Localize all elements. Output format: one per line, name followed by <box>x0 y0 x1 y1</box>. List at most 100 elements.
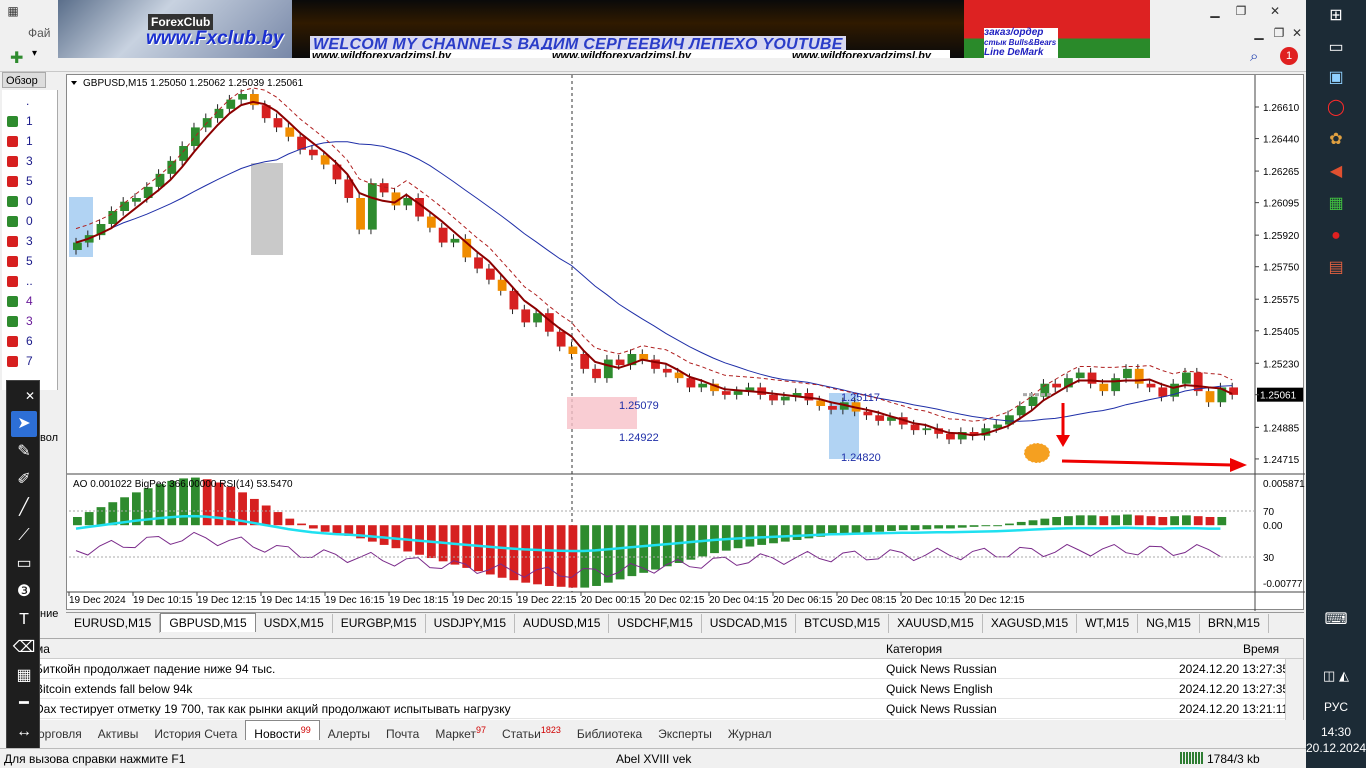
menu-file[interactable]: Фай <box>28 26 51 40</box>
news-panel: ма Категория Время Биткойн продолжает па… <box>30 638 1304 722</box>
pencil-icon[interactable]: ✎ <box>11 439 37 465</box>
record-icon[interactable]: ● <box>1322 224 1350 248</box>
marker-icon[interactable]: ✐ <box>11 467 37 493</box>
overview-row[interactable]: 1 <box>4 132 40 151</box>
terminal-tab[interactable]: Алерты <box>320 725 378 745</box>
news-col-category[interactable]: Категория <box>886 642 942 656</box>
symbol-tab[interactable]: EURUSD,M15 <box>66 614 161 633</box>
traffic-icon <box>1180 752 1204 764</box>
overview-row[interactable]: 1 <box>4 112 40 131</box>
ao-bar <box>261 505 271 526</box>
price-chart[interactable]: 1.25061 1.25079 1.24922 1.25117 1.24820 1.266… <box>66 74 1305 611</box>
minimize-button[interactable]: ▁ <box>1204 2 1226 20</box>
symbol-tab[interactable]: USDX,M15 <box>256 614 333 633</box>
close-icon[interactable]: ✕ <box>17 383 43 409</box>
candle-body <box>450 238 460 243</box>
arrows-icon[interactable]: ↔ <box>11 719 37 745</box>
restore-button[interactable]: ❐ <box>1230 2 1252 20</box>
terminal-tab[interactable]: История Счета <box>146 725 245 745</box>
overview-row[interactable]: 6 <box>4 332 40 351</box>
overview-row[interactable]: 3 <box>4 152 40 171</box>
news-col-time[interactable]: Время <box>1243 642 1279 656</box>
ao-bar <box>780 525 790 542</box>
candle-body <box>367 183 377 230</box>
line-width-icon[interactable]: ━ <box>11 691 37 717</box>
eraser-icon[interactable]: ⌫ <box>11 635 37 661</box>
windows-start-icon[interactable]: ⊞ <box>1322 4 1350 28</box>
symbol-tab[interactable]: NG,M15 <box>1138 614 1200 633</box>
overview-row[interactable]: 5 <box>4 252 40 271</box>
ad-banner[interactable]: ForexClub www.Fxclub.by WELCOM MY CHANNE… <box>58 0 1150 58</box>
notifications-badge[interactable]: 1 <box>1280 47 1298 65</box>
chart-canvas[interactable]: 1.25061 1.25079 1.24922 1.25117 1.24820 1.266… <box>67 75 1305 611</box>
search-icon[interactable]: ⌕ <box>1250 48 1258 65</box>
overview-row[interactable]: 0 <box>4 212 40 231</box>
overview-row[interactable]: .. <box>4 272 40 291</box>
language-indicator[interactable]: РУС <box>1306 700 1366 714</box>
tray-icons[interactable]: ◫ ◭ <box>1322 664 1350 688</box>
overview-value: 1 <box>26 114 33 128</box>
brush-icon[interactable]: ⟋ <box>11 523 37 549</box>
sound-icon[interactable]: ◀ <box>1322 160 1350 184</box>
news-row[interactable]: Биткойн продолжает падение ниже 94 тыс. Q… <box>31 659 1289 679</box>
opera-icon[interactable]: ◯ <box>1322 96 1350 120</box>
counter-icon[interactable]: ❸ <box>11 579 37 605</box>
app-icon-1[interactable]: ▣ <box>1322 66 1350 90</box>
cursor-icon[interactable]: ➤ <box>11 411 37 437</box>
ao-bar <box>474 525 483 572</box>
overview-row[interactable]: 4 <box>4 292 40 311</box>
line-icon[interactable]: ╱ <box>11 495 37 521</box>
text-icon[interactable]: T <box>11 607 37 633</box>
dropdown-icon[interactable]: ▾ <box>32 48 37 59</box>
price-annotation: 1.25079 <box>619 400 659 412</box>
candle-body <box>1016 406 1026 416</box>
child-minimize-button[interactable]: ▁ <box>1248 24 1270 42</box>
symbol-tab[interactable]: USDCHF,M15 <box>609 614 702 633</box>
candle-body <box>226 99 236 109</box>
overview-row[interactable]: 3 <box>4 232 40 251</box>
calculator-icon[interactable]: ▦ <box>1322 192 1350 216</box>
slow-ma-line <box>75 141 1233 422</box>
new-chart-icon[interactable]: ✚ <box>10 48 30 67</box>
symbol-tab[interactable]: XAUUSD,M15 <box>889 614 983 633</box>
symbol-tab[interactable]: BTCUSD,M15 <box>796 614 890 633</box>
clock[interactable]: 14:30 20.12.2024 <box>1306 724 1366 756</box>
rectangle-icon[interactable]: ▭ <box>11 551 37 577</box>
app-icon-2[interactable]: ▤ <box>1322 256 1350 280</box>
terminal-tab[interactable]: Журнал <box>720 725 780 745</box>
close-button[interactable]: ✕ <box>1264 2 1286 20</box>
market-overview-tab[interactable]: Обзор р <box>2 72 46 103</box>
explorer-icon[interactable]: ▭ <box>1322 36 1350 60</box>
news-time: 2024.12.20 13:27:35 <box>1179 682 1290 696</box>
keyboard-icon[interactable]: ⌨ <box>1322 608 1350 632</box>
banner-sites: www.wildforexvadzimsl.by www.wildforexva… <box>310 50 950 58</box>
overview-row[interactable]: 3 <box>4 312 40 331</box>
news-row[interactable]: Dax тестирует отметку 19 700, так как ры… <box>31 699 1288 719</box>
symbol-tab[interactable]: XAGUSD,M15 <box>983 614 1078 633</box>
news-row[interactable]: Bitcoin extends fall below 94k Quick News… <box>31 679 1289 699</box>
news-scrollbar[interactable] <box>1285 659 1303 721</box>
symbol-tab[interactable]: AUDUSD,M15 <box>515 614 610 633</box>
symbol-tab[interactable]: GBPUSD,M15 <box>160 613 256 632</box>
symbol-tab[interactable]: USDCAD,M15 <box>702 614 797 633</box>
terminal-tab[interactable]: Библиотека <box>569 725 650 745</box>
terminal-tab[interactable]: Маркет97 <box>427 721 494 741</box>
symbol-tab[interactable]: EURGBP,M15 <box>333 614 426 633</box>
terminal-tab[interactable]: Новости99 <box>245 720 320 741</box>
symbol-tab[interactable]: USDJPY,M15 <box>426 614 516 633</box>
terminal-tab[interactable]: Статьи1823 <box>494 721 569 741</box>
overview-row[interactable]: 7 <box>4 352 40 371</box>
terminal-tab[interactable]: Почта <box>378 725 427 745</box>
overview-row[interactable]: 0 <box>4 192 40 211</box>
ao-bar <box>910 525 920 531</box>
symbol-tab[interactable]: WT,M15 <box>1077 614 1139 633</box>
symbol-tab[interactable]: BRN,M15 <box>1200 614 1269 633</box>
candle-body <box>1158 387 1168 397</box>
child-close-button[interactable]: ✕ <box>1286 24 1308 42</box>
overview-row[interactable]: . <box>4 92 40 111</box>
checker-icon[interactable]: ▦ <box>11 663 37 689</box>
terminal-tab[interactable]: Эксперты <box>650 725 720 745</box>
terminal-tab[interactable]: Активы <box>90 725 147 745</box>
paint-icon[interactable]: ✿ <box>1322 128 1350 152</box>
overview-row[interactable]: 5 <box>4 172 40 191</box>
